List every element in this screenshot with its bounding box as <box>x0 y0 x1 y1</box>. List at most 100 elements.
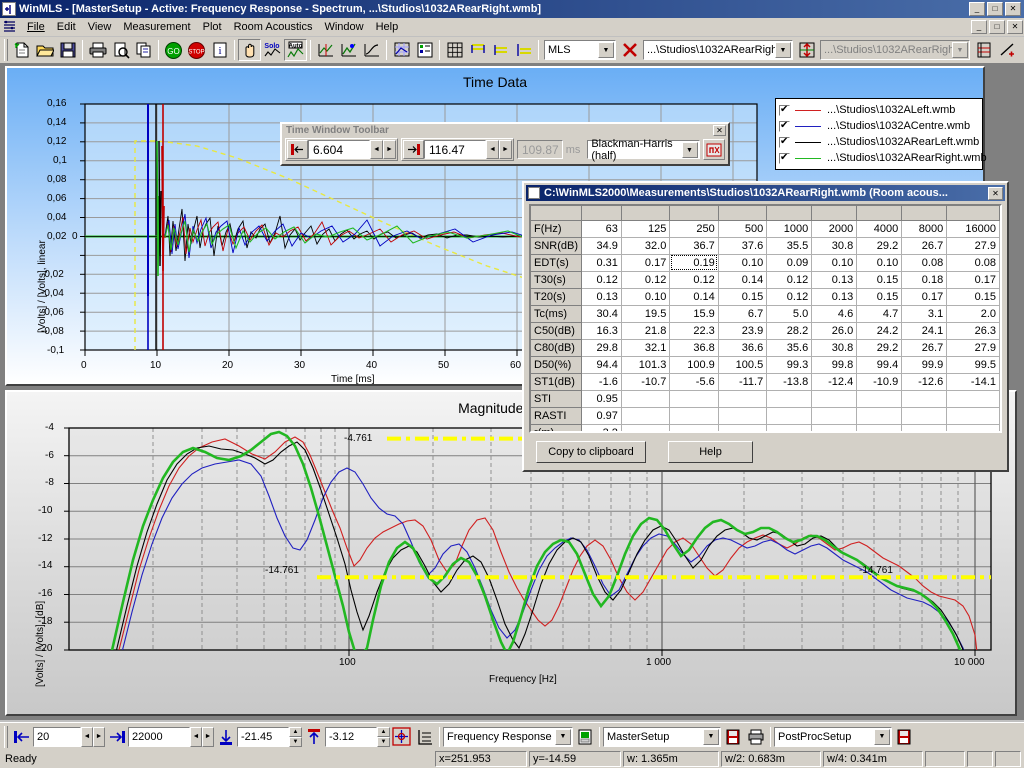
row-label[interactable]: T30(s) <box>531 271 582 288</box>
cell[interactable]: 0.15 <box>857 288 902 305</box>
measurement-type-combo[interactable]: MLS ▼ <box>544 40 616 60</box>
setup-print-icon[interactable] <box>744 726 767 748</box>
col-header[interactable] <box>812 206 857 220</box>
row-label[interactable]: ST1(dB) <box>531 373 582 390</box>
cell[interactable]: 35.5 <box>767 237 812 254</box>
spin-down-button[interactable]: ▼ <box>289 737 302 747</box>
overlay-top-icon[interactable] <box>466 39 489 61</box>
cell[interactable]: 0.12 <box>767 288 812 305</box>
info-icon[interactable]: i <box>208 39 231 61</box>
cell[interactable] <box>947 424 1000 433</box>
col-header[interactable] <box>582 206 622 220</box>
cell[interactable]: 26.7 <box>902 339 947 356</box>
col-header[interactable] <box>718 206 766 220</box>
cell[interactable] <box>947 390 1000 407</box>
spin-left-button[interactable]: ◄ <box>486 140 499 159</box>
cell[interactable]: 22.3 <box>670 322 718 339</box>
cell[interactable]: 3.1 <box>902 305 947 322</box>
cell[interactable]: 99.4 <box>857 356 902 373</box>
cell[interactable] <box>857 407 902 424</box>
plot-type-combo[interactable]: Frequency Response - S ▼ <box>443 727 573 747</box>
time-window-toolbar[interactable]: Time Window Toolbar ✕ 6.604 ◄ ► <box>280 122 730 166</box>
cell[interactable]: -10.7 <box>621 373 669 390</box>
close-icon[interactable]: ✕ <box>713 125 726 136</box>
cell[interactable]: 34.9 <box>582 237 622 254</box>
cell[interactable]: 0.08 <box>902 254 947 271</box>
cell[interactable] <box>621 424 669 433</box>
menu-help[interactable]: Help <box>370 20 405 34</box>
cell[interactable]: 19.5 <box>621 305 669 322</box>
cell[interactable]: 100.5 <box>718 356 766 373</box>
chart-legend[interactable]: ...\Studios\1032ALeft.wmb ...\Studios\10… <box>775 98 983 170</box>
cell[interactable]: 32.0 <box>621 237 669 254</box>
cell[interactable] <box>947 407 1000 424</box>
axis-up-icon[interactable] <box>302 726 325 748</box>
minimize-button[interactable]: _ <box>969 2 985 16</box>
axis-left-icon[interactable] <box>10 726 33 748</box>
col-header[interactable] <box>767 206 812 220</box>
row-label[interactable]: EDT(s) <box>531 254 582 271</box>
cell[interactable]: -10.9 <box>857 373 902 390</box>
cell[interactable]: 27.9 <box>947 237 1000 254</box>
spin-right-button[interactable]: ► <box>202 727 214 747</box>
cell[interactable]: 23.9 <box>718 322 766 339</box>
cell[interactable]: 29.2 <box>857 339 902 356</box>
solo-icon[interactable]: Solo <box>261 39 284 61</box>
spin-up-button[interactable]: ▲ <box>377 727 390 737</box>
cell[interactable] <box>902 390 947 407</box>
cell[interactable]: 0.12 <box>670 271 718 288</box>
cell[interactable]: -14.1 <box>947 373 1000 390</box>
xmax-spinner[interactable]: ◄ ► <box>190 727 214 747</box>
cell[interactable]: -12.6 <box>902 373 947 390</box>
cell[interactable]: 30.8 <box>812 237 857 254</box>
menu-plot[interactable]: Plot <box>197 20 228 34</box>
cell[interactable]: 0.14 <box>718 271 766 288</box>
menu-view[interactable]: View <box>82 20 118 34</box>
cell[interactable]: 35.6 <box>767 339 812 356</box>
menu-edit[interactable]: Edit <box>51 20 82 34</box>
chevron-down-icon[interactable]: ▼ <box>682 142 698 158</box>
legend-item[interactable]: ...\Studios\1032ARearRight.wmb <box>779 150 977 166</box>
cell[interactable]: 26.3 <box>947 322 1000 339</box>
cell[interactable]: 36.6 <box>718 339 766 356</box>
xmin-input[interactable]: 20 <box>33 727 81 747</box>
cell[interactable]: 99.5 <box>947 356 1000 373</box>
cell[interactable]: 0.31 <box>582 254 622 271</box>
cell[interactable]: 0.13 <box>812 271 857 288</box>
new-measurement-icon[interactable] <box>10 39 33 61</box>
plot-save-icon[interactable] <box>573 726 596 748</box>
axes-icon[interactable] <box>972 39 995 61</box>
cell[interactable]: 3.2 <box>582 424 622 433</box>
cell[interactable]: 26.7 <box>902 237 947 254</box>
toolbar-grip[interactable] <box>4 39 8 61</box>
window-start-input[interactable]: 6.604 <box>308 140 370 159</box>
cell[interactable] <box>857 424 902 433</box>
cell[interactable]: 16.3 <box>582 322 622 339</box>
delete-icon[interactable] <box>618 39 641 61</box>
legend-checkbox[interactable] <box>779 121 790 132</box>
menu-file[interactable]: File <box>21 20 51 34</box>
row-label[interactable]: Tc(ms) <box>531 305 582 322</box>
cell[interactable]: 36.7 <box>670 237 718 254</box>
cell[interactable]: 99.9 <box>902 356 947 373</box>
cell[interactable]: 125 <box>621 220 669 237</box>
save-file-icon[interactable] <box>56 39 79 61</box>
cell[interactable]: 0.13 <box>582 288 622 305</box>
cell[interactable]: 4000 <box>857 220 902 237</box>
cell[interactable]: 29.8 <box>582 339 622 356</box>
cell[interactable] <box>812 407 857 424</box>
row-label[interactable]: C80(dB) <box>531 339 582 356</box>
chevron-down-icon[interactable]: ▼ <box>775 42 791 58</box>
overlay-mid-icon[interactable] <box>489 39 512 61</box>
spin-left-button[interactable]: ◄ <box>81 727 93 747</box>
spin-left-button[interactable]: ◄ <box>370 140 383 159</box>
room-acoustics-table-dialog[interactable]: C:\WinMLS2000\Measurements\Studios\1032A… <box>522 181 1009 472</box>
reference-file-combo[interactable]: ...\Studios\1032ARearRigh ▼ <box>820 40 970 60</box>
ymin-spinner[interactable]: ▲ ▼ <box>289 727 302 747</box>
cell[interactable] <box>621 407 669 424</box>
col-header[interactable] <box>857 206 902 220</box>
row-label[interactable]: r(m) <box>531 424 582 433</box>
spin-right-button[interactable]: ► <box>383 140 396 159</box>
postproc-save-icon[interactable] <box>892 726 915 748</box>
cell[interactable]: 63 <box>582 220 622 237</box>
